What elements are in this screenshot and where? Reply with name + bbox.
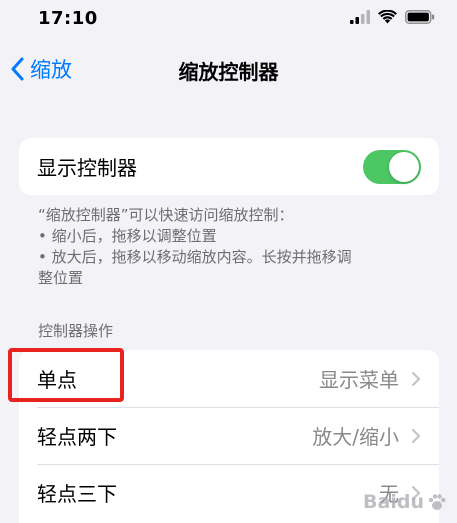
action-row-double-tap[interactable]: 轻点两下 放大/缩小 — [19, 407, 439, 464]
controller-description: “缩放控制器”可以快速访问缩放控制： • 缩小后，拖移以调整位置 • 放大后，拖… — [38, 205, 418, 289]
section-header: 控制器操作 — [38, 322, 114, 340]
action-value: 显示菜单 — [319, 368, 399, 392]
status-time: 17:10 — [38, 8, 98, 29]
signal-icon — [350, 10, 370, 24]
status-bar: 17:10 — [0, 0, 457, 40]
show-controller-card: 显示控制器 — [19, 138, 439, 195]
toggle-knob — [389, 152, 419, 182]
show-controller-label: 显示控制器 — [37, 156, 137, 180]
battery-icon — [405, 10, 435, 24]
action-label: 单点 — [37, 368, 77, 392]
description-line: 整位置 — [38, 269, 84, 287]
action-label: 轻点三下 — [37, 482, 117, 506]
description-line: • 缩小后，拖移以调整位置 — [38, 227, 217, 245]
description-line: • 放大后，拖移以移动缩放内容。长按并拖移调 — [38, 248, 352, 266]
watermark: Baidu — [363, 491, 447, 513]
page-title: 缩放控制器 — [178, 60, 279, 84]
show-controller-row: 显示控制器 — [19, 138, 439, 195]
action-row-single-tap[interactable]: 单点 显示菜单 — [19, 350, 439, 407]
chevron-right-icon — [411, 428, 421, 443]
wifi-icon — [378, 10, 397, 24]
show-controller-toggle[interactable] — [363, 150, 421, 184]
status-icons — [350, 10, 435, 24]
chevron-right-icon — [411, 371, 421, 386]
action-value: 放大/缩小 — [312, 425, 399, 449]
paw-icon — [428, 494, 446, 510]
action-label: 轻点两下 — [37, 425, 117, 449]
watermark-text: Baidu — [363, 491, 424, 513]
navigation-bar: 缩放 缩放控制器 — [0, 46, 457, 94]
description-line: “缩放控制器”可以快速访问缩放控制： — [38, 206, 294, 224]
